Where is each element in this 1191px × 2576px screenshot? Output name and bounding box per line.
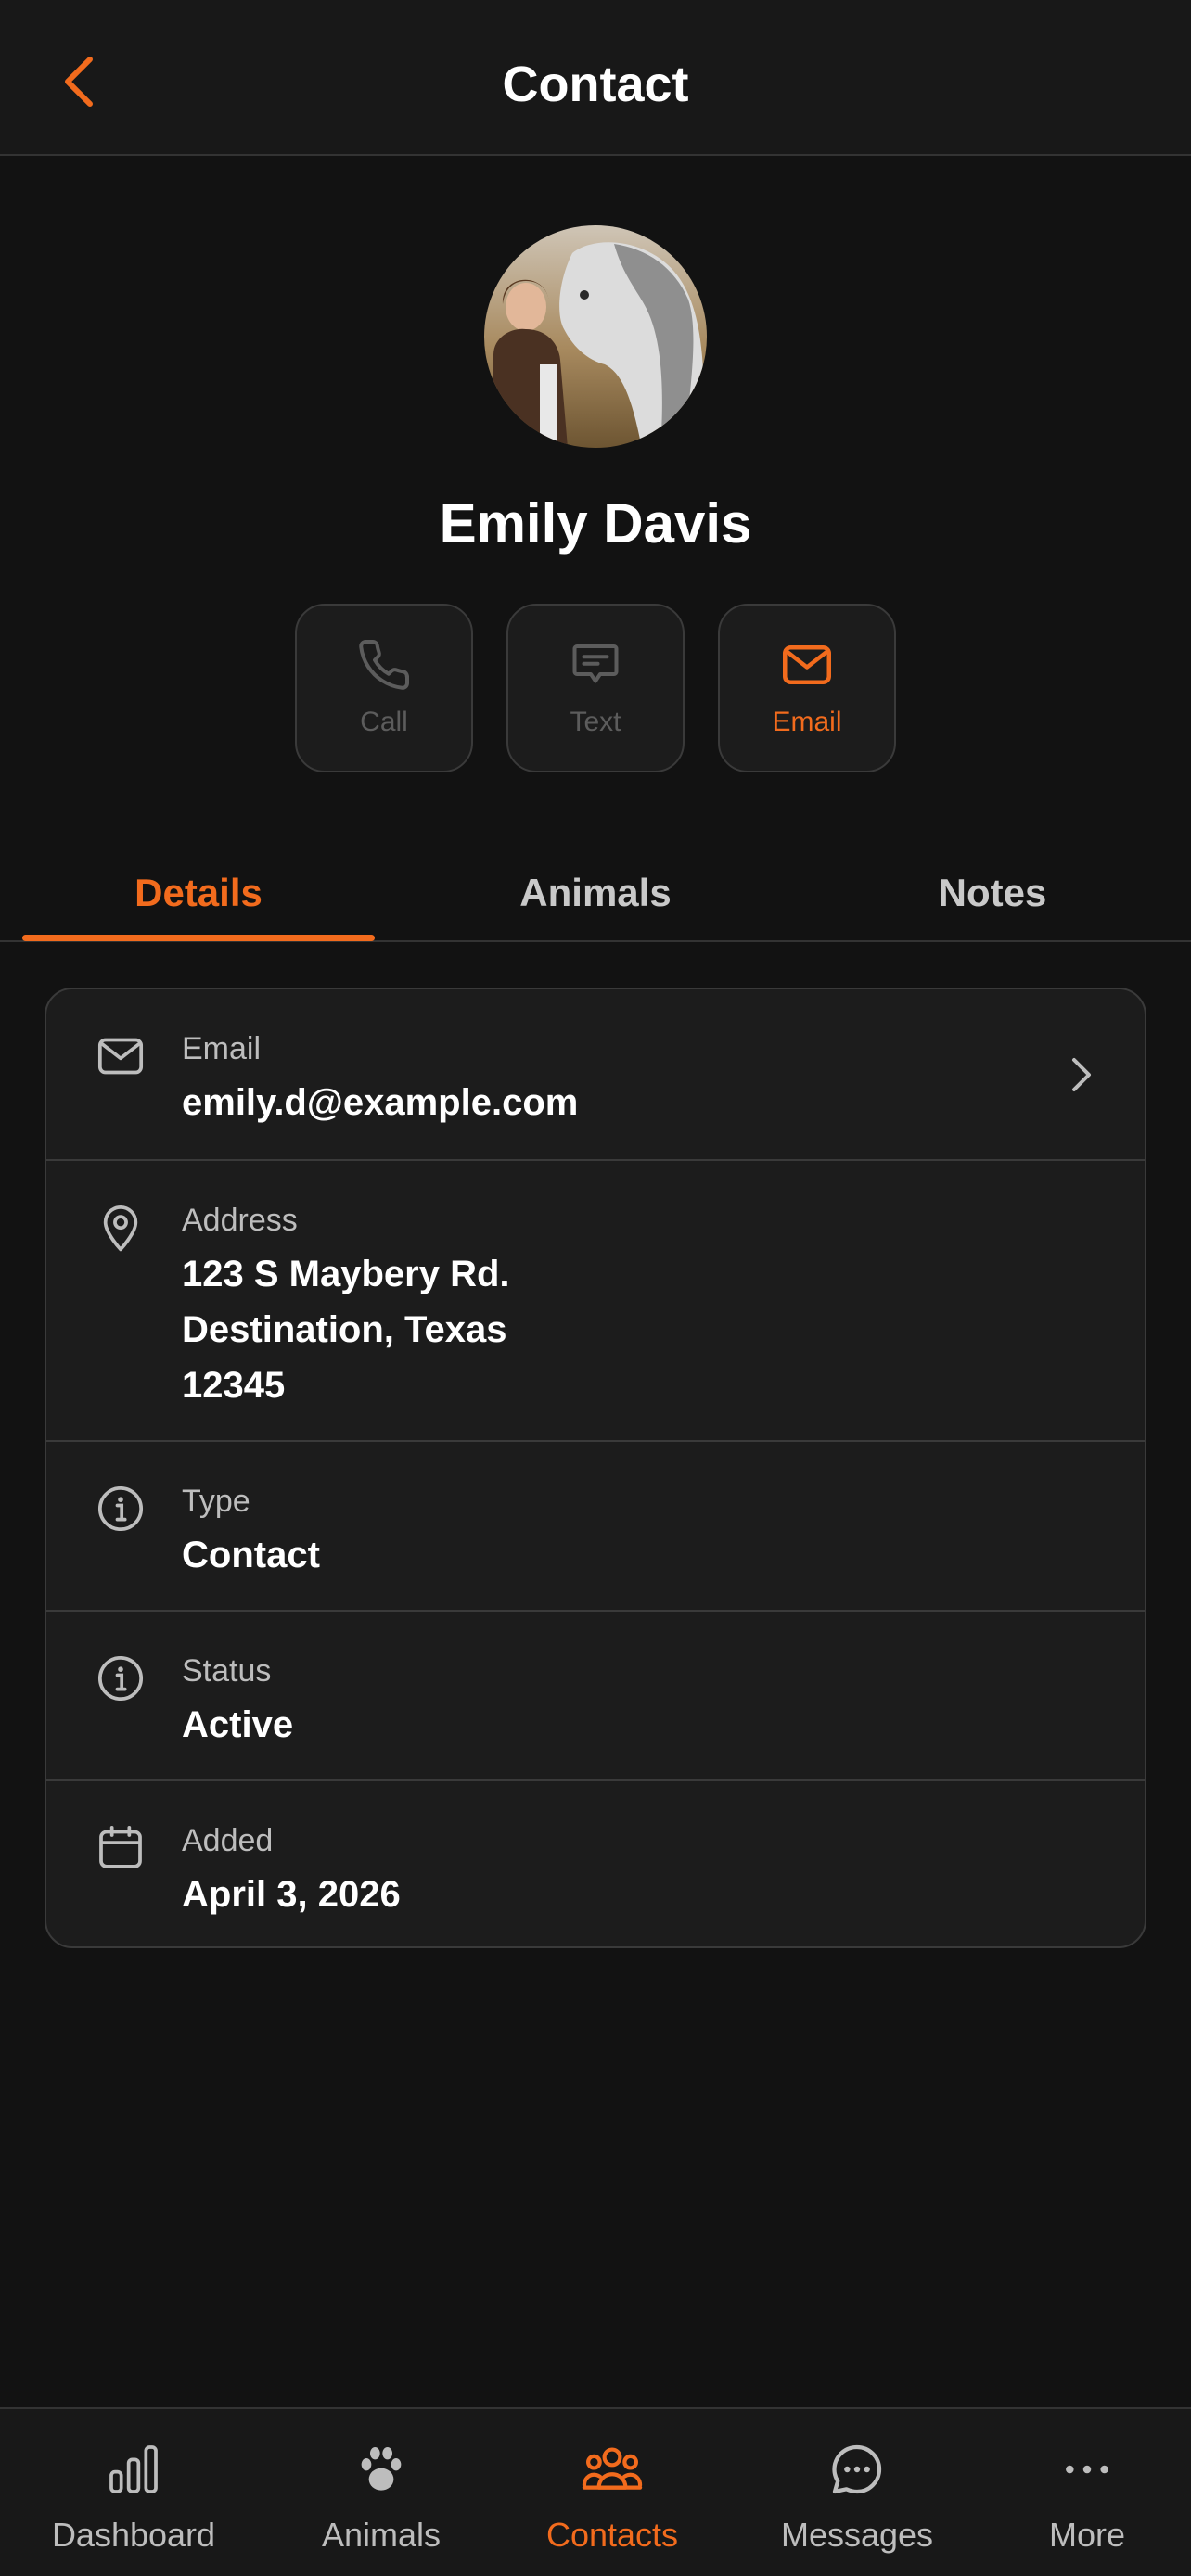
tab-details[interactable]: Details <box>22 844 375 942</box>
type-row: Type Contact <box>46 1440 1145 1610</box>
added-row: Added April 3, 2026 <box>46 1779 1145 1946</box>
details-card: Email emily.d@example.com Address 123 S … <box>45 988 1146 1948</box>
chat-bubble-icon <box>832 2444 882 2494</box>
nav-animals[interactable]: Animals <box>263 2409 500 2576</box>
nav-more[interactable]: More <box>968 2409 1191 2576</box>
nav-more-label: More <box>1048 2516 1126 2554</box>
tab-notes[interactable]: Notes <box>816 844 1169 942</box>
nav-dashboard-label: Dashboard <box>51 2516 216 2554</box>
email-button[interactable]: Email <box>718 604 896 772</box>
type-value: Contact <box>182 1535 320 1575</box>
status-row: Status Active <box>46 1610 1145 1779</box>
nav-animals-label: Animals <box>321 2516 442 2554</box>
address-row: Address 123 S Maybery Rd. Destination, T… <box>46 1159 1145 1440</box>
email-label: Email <box>772 707 842 737</box>
text-button[interactable]: Text <box>506 604 685 772</box>
text-label: Text <box>570 707 621 737</box>
call-button[interactable]: Call <box>295 604 473 772</box>
avatar-photo <box>484 225 707 448</box>
calendar-icon <box>99 1825 142 1868</box>
contact-name: Emily Davis <box>439 492 752 555</box>
chevron-right-icon <box>1072 1058 1091 1091</box>
contact-actions: Call Text Email <box>295 604 896 772</box>
added-value: April 3, 2026 <box>182 1874 401 1915</box>
status-row-label: Status <box>182 1653 272 1689</box>
avatar <box>484 225 707 448</box>
info-icon <box>97 1486 144 1532</box>
tab-animals[interactable]: Animals <box>419 844 772 942</box>
paw-icon <box>361 2447 402 2491</box>
nav-contacts-label: Contacts <box>545 2516 679 2554</box>
nav-messages[interactable]: Messages <box>738 2409 976 2576</box>
status-value: Active <box>182 1704 294 1745</box>
email-value: emily.d@example.com <box>182 1082 579 1123</box>
more-horizontal-icon <box>1066 2465 1108 2474</box>
call-label: Call <box>360 707 408 737</box>
message-icon <box>572 644 619 683</box>
active-tab-indicator <box>22 935 375 941</box>
page-title: Contact <box>502 57 689 112</box>
map-pin-icon <box>103 1205 138 1252</box>
type-row-label: Type <box>182 1484 250 1519</box>
added-row-label: Added <box>182 1823 274 1858</box>
bar-chart-icon <box>109 2445 158 2493</box>
email-row-label: Email <box>182 1031 262 1066</box>
bottom-nav: Dashboard Animals Contacts Messages More <box>0 2407 1191 2576</box>
address-row-label: Address <box>182 1203 298 1238</box>
info-icon <box>97 1655 144 1702</box>
email-row[interactable]: Email emily.d@example.com <box>46 989 1145 1159</box>
address-line-3: 12345 <box>182 1365 286 1406</box>
address-line-2: Destination, Texas <box>182 1309 507 1350</box>
tab-bar: Details Animals Notes <box>0 844 1191 942</box>
nav-dashboard[interactable]: Dashboard <box>15 2409 252 2576</box>
nav-messages-label: Messages <box>780 2516 934 2554</box>
nav-contacts[interactable]: Contacts <box>493 2409 731 2576</box>
mail-icon <box>97 1038 144 1075</box>
top-bar: Contact <box>0 0 1191 156</box>
users-icon <box>582 2447 643 2490</box>
address-line-1: 123 S Maybery Rd. <box>182 1254 510 1294</box>
mail-icon <box>783 645 831 684</box>
phone-icon <box>359 639 410 690</box>
